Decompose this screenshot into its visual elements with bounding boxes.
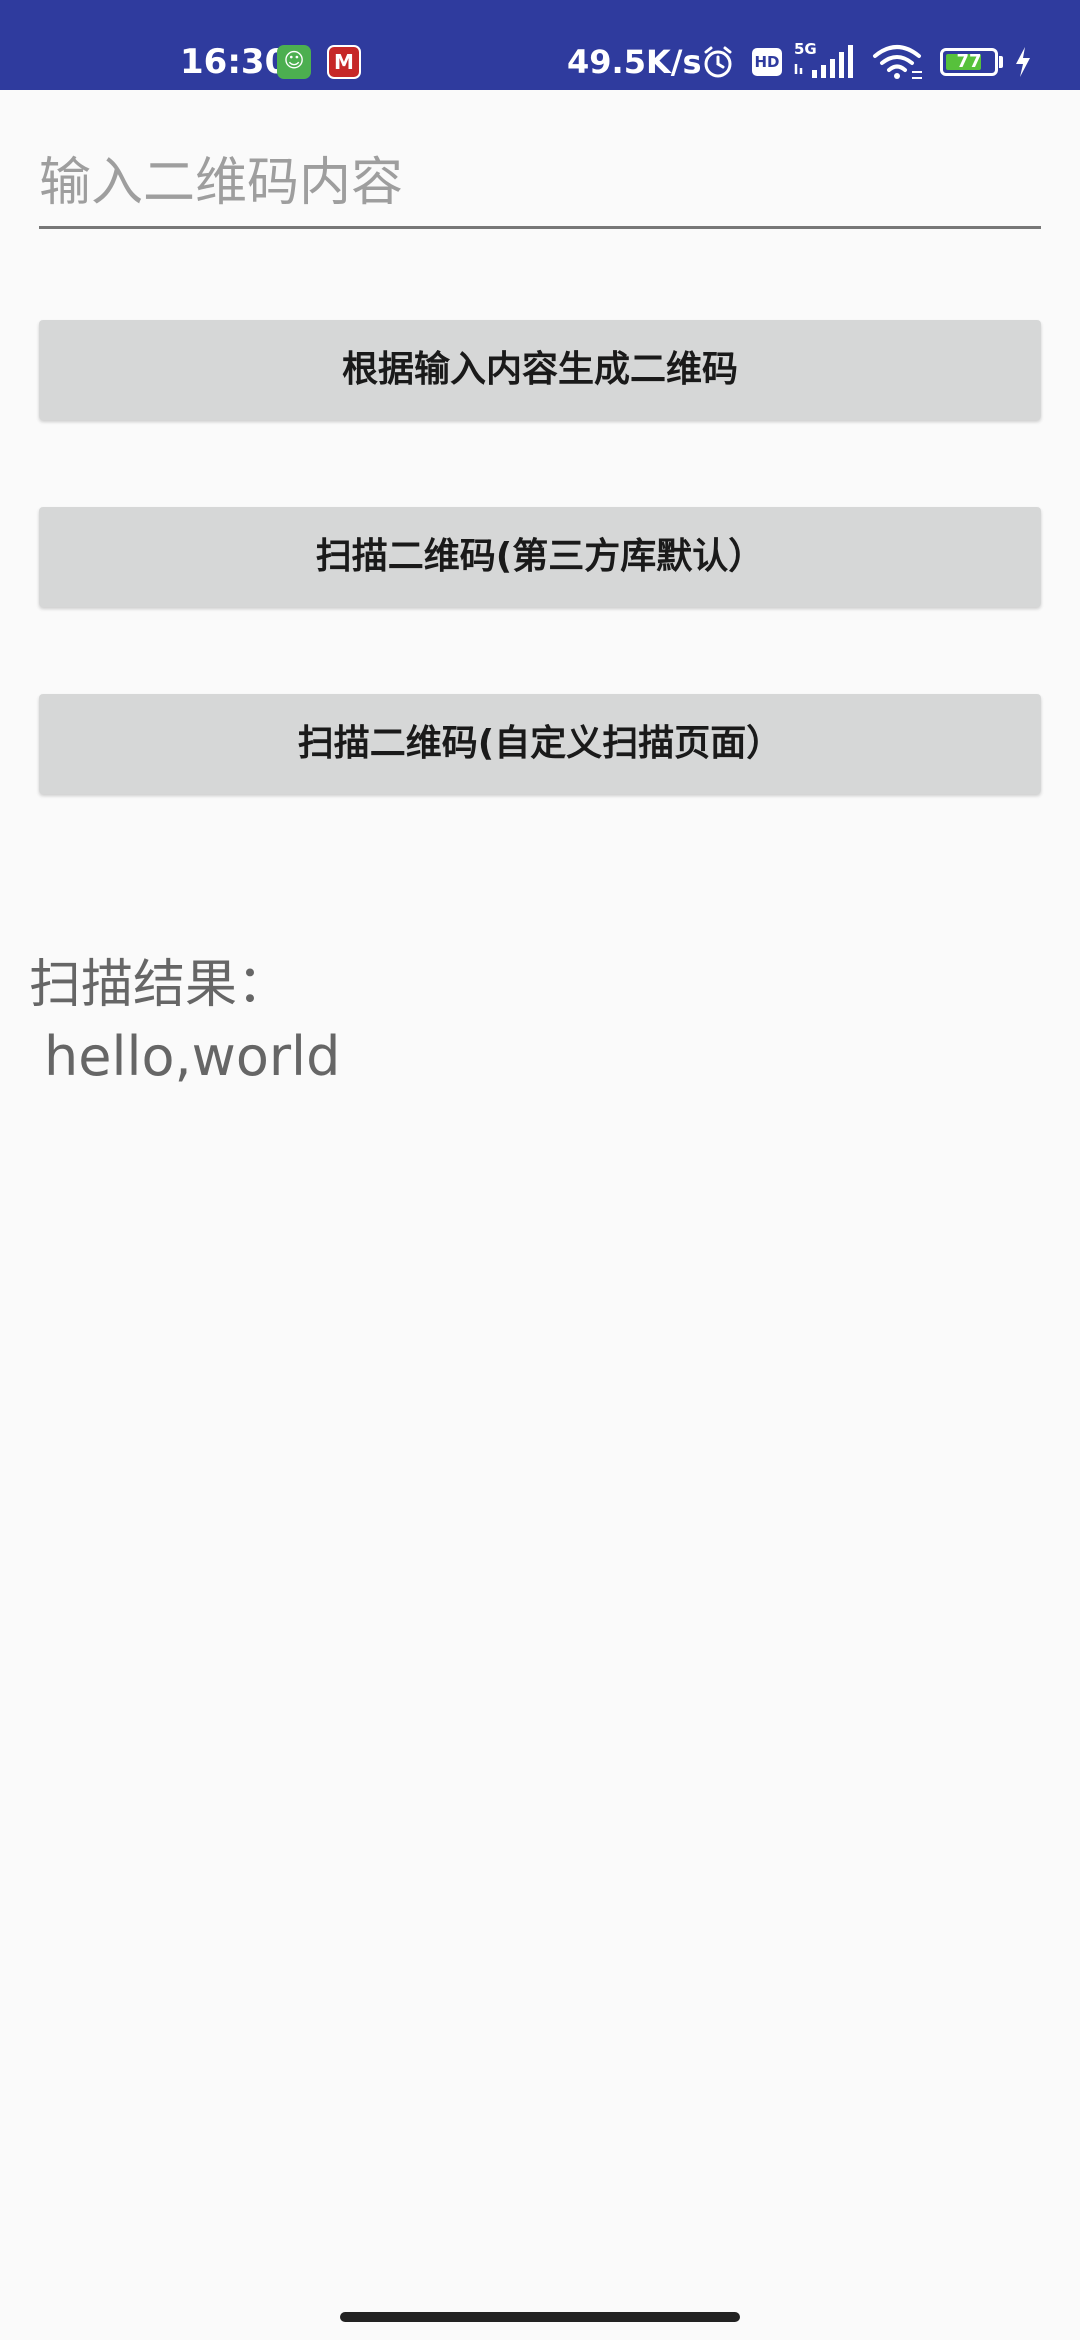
wechat-notification-icon: ☺: [277, 45, 311, 79]
alarm-icon: [704, 46, 732, 78]
scan-qr-custom-button[interactable]: 扫描二维码(自定义扫描页面）: [39, 694, 1041, 794]
gesture-nav-handle[interactable]: [340, 2312, 740, 2322]
svg-text:5G: 5G: [794, 40, 817, 58]
cellular-signal-icon: 5G: [794, 40, 853, 78]
generate-qr-button[interactable]: 根据输入内容生成二维码: [39, 320, 1041, 420]
hd-volte-icon: HD: [752, 48, 782, 76]
battery-cap: [999, 56, 1003, 68]
network-speed: 49.5K/s: [567, 43, 702, 81]
qr-content-input[interactable]: [39, 140, 1041, 226]
battery-level-text: 77: [956, 51, 982, 72]
scan-qr-default-button[interactable]: 扫描二维码(第三方库默认）: [39, 507, 1041, 607]
bank-app-notification-icon: M: [327, 45, 361, 79]
wifi-icon: [873, 45, 922, 79]
status-bar: 16:30 ☺ M 49.5K/s HD 5G 77: [0, 0, 1080, 90]
scan-result-value: hello,world: [44, 1025, 341, 1088]
charging-bolt-icon: [1016, 47, 1030, 77]
scan-result-label: 扫描结果：: [29, 955, 290, 1015]
status-time: 16:30: [180, 42, 289, 82]
qr-content-input-container: [39, 140, 1041, 229]
battery-icon: 77: [940, 48, 998, 76]
